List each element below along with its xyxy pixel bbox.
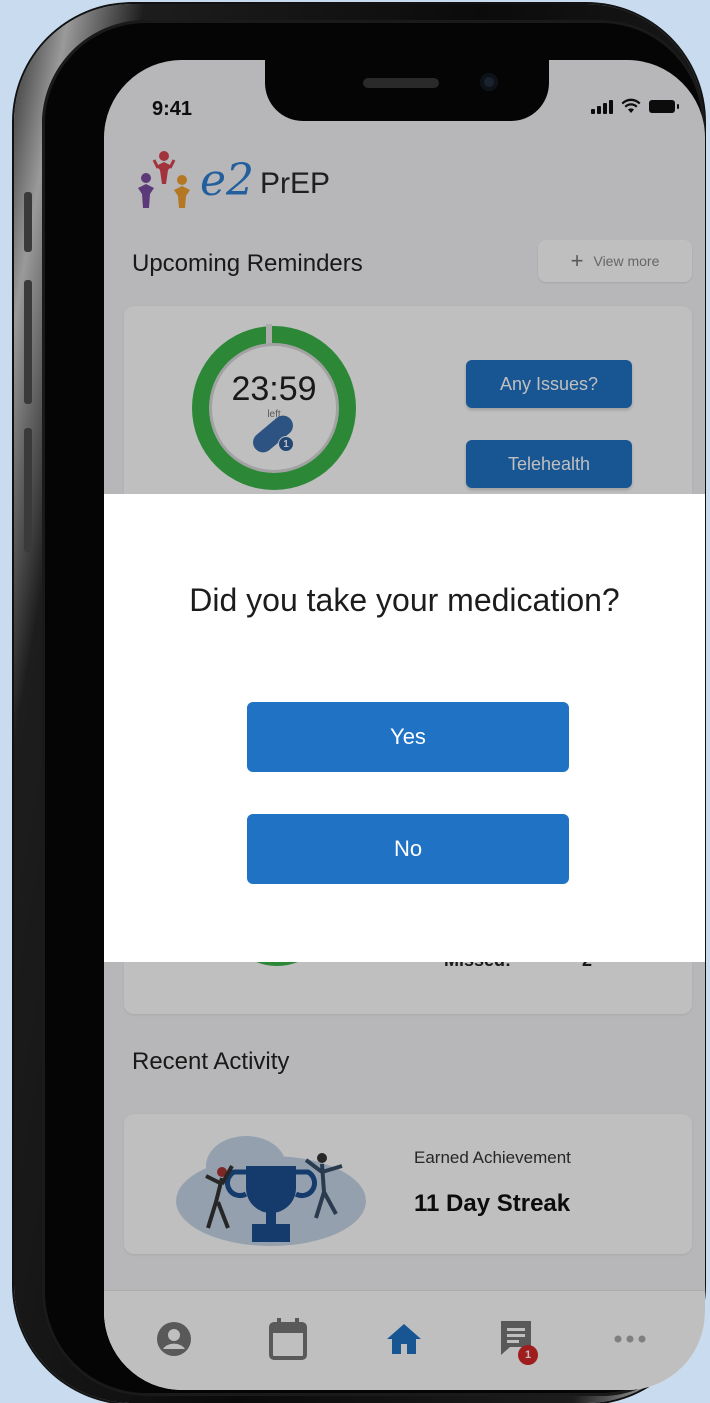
phone-frame: 9:41 e2 PrEP Upcoming Reminders + View m… — [14, 4, 705, 1403]
app-screen: 9:41 e2 PrEP Upcoming Reminders + View m… — [104, 60, 705, 1390]
yes-button[interactable]: Yes — [247, 702, 569, 772]
front-camera — [480, 73, 498, 91]
medication-confirm-dialog: Did you take your medication? Yes No — [104, 494, 705, 962]
mute-switch — [24, 192, 32, 252]
volume-up-button — [24, 280, 32, 404]
notch — [265, 60, 549, 121]
dialog-question: Did you take your medication? — [189, 582, 620, 618]
no-button[interactable]: No — [247, 814, 569, 884]
speaker-grille — [363, 78, 439, 88]
phone-bezel: 9:41 e2 PrEP Upcoming Reminders + View m… — [42, 20, 705, 1396]
volume-down-button — [24, 428, 32, 552]
